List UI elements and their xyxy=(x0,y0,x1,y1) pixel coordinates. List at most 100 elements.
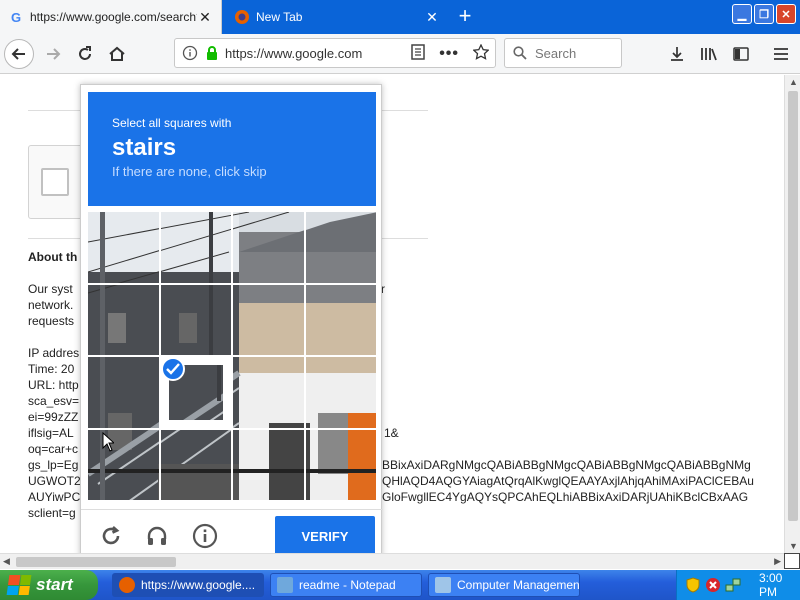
captcha-tile[interactable] xyxy=(88,212,159,283)
security-shield-icon[interactable] xyxy=(685,577,701,593)
minimize-icon[interactable]: ▁ xyxy=(732,4,752,24)
taskbar-item-firefox[interactable]: https://www.google.... xyxy=(112,573,264,597)
captcha-tile[interactable] xyxy=(160,212,231,283)
task-label: Computer Management xyxy=(457,578,580,592)
restore-icon[interactable]: ❐ xyxy=(754,4,774,24)
firefox-icon xyxy=(234,9,250,25)
info-icon[interactable] xyxy=(191,522,219,550)
start-button[interactable]: start xyxy=(0,570,98,600)
search-placeholder: Search xyxy=(535,45,577,61)
reader-view-icon[interactable] xyxy=(411,44,425,63)
window-controls: ▁ ❐ ✕ xyxy=(732,4,796,24)
captcha-footer: VERIFY xyxy=(81,509,383,559)
taskbar-item-notepad[interactable]: readme - Notepad xyxy=(270,573,422,597)
scroll-up-icon[interactable]: ▲ xyxy=(789,77,798,87)
captcha-tile[interactable] xyxy=(160,429,231,500)
url-text[interactable]: https://www.google.com xyxy=(225,46,375,61)
captcha-tile[interactable] xyxy=(305,212,376,283)
audio-icon[interactable] xyxy=(143,522,171,550)
search-input[interactable]: Search xyxy=(504,38,622,68)
captcha-image-grid xyxy=(88,212,376,500)
reload-icon[interactable] xyxy=(97,522,125,550)
close-window-icon[interactable]: ✕ xyxy=(776,4,796,24)
firefox-icon xyxy=(119,577,135,593)
tile-selected-check-icon xyxy=(160,357,185,381)
vertical-scrollbar[interactable]: ▲ ▼ xyxy=(784,75,800,553)
tab-title: https://www.google.com/search? xyxy=(30,10,197,24)
captcha-tile[interactable] xyxy=(160,357,232,428)
info-line: sca_esv= xyxy=(28,394,80,408)
verify-button[interactable]: VERIFY xyxy=(275,516,375,556)
horizontal-scroll-thumb[interactable] xyxy=(16,557,176,567)
scroll-right-icon[interactable]: ▶ xyxy=(774,556,781,567)
captcha-instruction: Select all squares with xyxy=(112,116,232,130)
bookmark-star-icon[interactable] xyxy=(472,43,490,63)
captcha-tile[interactable] xyxy=(233,357,304,428)
info-line: iflsig=AL xyxy=(28,426,74,440)
info-line: Our syst xyxy=(28,282,73,296)
info-line: Time: 20 xyxy=(28,362,75,376)
info-line: sclient=g xyxy=(28,506,76,520)
tab-title: New Tab xyxy=(256,10,303,24)
library-icon[interactable] xyxy=(698,43,720,65)
info-line: URL: http xyxy=(28,378,79,392)
recaptcha-checkbox[interactable] xyxy=(41,168,69,196)
captcha-tile[interactable] xyxy=(88,357,159,428)
taskbar-item-computer-management[interactable]: Computer Management xyxy=(428,573,580,597)
about-heading: About th xyxy=(28,250,78,264)
captcha-keyword: stairs xyxy=(112,134,177,161)
new-tab-plus-icon[interactable]: + xyxy=(452,4,478,30)
address-bar[interactable]: https://www.google.com ••• xyxy=(174,38,496,68)
home-icon[interactable] xyxy=(102,39,132,69)
windows-flag-icon xyxy=(6,575,32,595)
scroll-left-icon[interactable]: ◀ xyxy=(3,556,10,567)
reload-icon[interactable] xyxy=(70,39,100,69)
network-icon[interactable] xyxy=(725,577,741,593)
tab-new-tab[interactable]: New Tab ✕ xyxy=(226,0,448,34)
info-line: gs_lp=Eg xyxy=(28,458,79,472)
security-alert-icon[interactable] xyxy=(705,577,721,593)
captcha-header: Select all squares with stairs If there … xyxy=(88,92,376,206)
scroll-down-icon[interactable]: ▼ xyxy=(789,541,798,551)
google-g-icon: G xyxy=(10,9,22,25)
info-line: network. xyxy=(28,298,74,312)
sidebar-icon[interactable] xyxy=(730,43,752,65)
clock: 3:00 PM xyxy=(759,571,783,599)
info-icon[interactable] xyxy=(181,44,199,62)
task-label: https://www.google.... xyxy=(141,578,256,592)
scrollbar-corner xyxy=(784,553,800,569)
computer-management-icon xyxy=(435,577,451,593)
mouse-cursor-icon xyxy=(102,432,114,452)
captcha-tile[interactable] xyxy=(305,429,376,500)
captcha-tile[interactable] xyxy=(88,429,159,500)
captcha-challenge: Select all squares with stairs If there … xyxy=(80,84,383,559)
info-line-tail: BBixAxiDARgNMgcQABiABBgNMgcQABiABBgNMgcQ… xyxy=(382,458,751,472)
info-line: requests xyxy=(28,314,75,328)
captcha-tile[interactable] xyxy=(233,284,304,355)
captcha-tile[interactable] xyxy=(305,284,376,355)
page-actions-icon[interactable]: ••• xyxy=(439,45,459,63)
vertical-scroll-thumb[interactable] xyxy=(788,91,798,521)
close-tab-icon[interactable]: ✕ xyxy=(197,9,213,26)
info-line: UGWOT2 xyxy=(28,474,81,488)
captcha-tile[interactable] xyxy=(233,212,304,283)
lock-icon[interactable] xyxy=(203,44,221,62)
download-icon[interactable] xyxy=(666,43,688,65)
back-arrow-icon[interactable] xyxy=(4,39,34,69)
captcha-hint: If there are none, click skip xyxy=(112,164,267,179)
captcha-tile[interactable] xyxy=(305,357,376,428)
captcha-tile[interactable] xyxy=(233,429,304,500)
tab-bar: G https://www.google.com/search? ✕ New T… xyxy=(0,0,800,34)
tab-google-search[interactable]: G https://www.google.com/search? ✕ xyxy=(0,0,222,34)
info-line-tail: 1& xyxy=(384,426,399,440)
info-line: IP addres xyxy=(28,346,80,360)
captcha-tile[interactable] xyxy=(88,284,159,355)
menu-hamburger-icon[interactable] xyxy=(770,43,792,65)
forward-arrow-icon[interactable] xyxy=(38,39,68,69)
system-tray: 3:00 PM xyxy=(676,570,800,600)
captcha-tile[interactable] xyxy=(160,284,231,355)
close-tab-icon[interactable]: ✕ xyxy=(424,9,440,26)
horizontal-scrollbar[interactable]: ◀ ▶ xyxy=(0,553,784,569)
search-icon xyxy=(513,46,527,60)
start-label: start xyxy=(36,575,73,594)
